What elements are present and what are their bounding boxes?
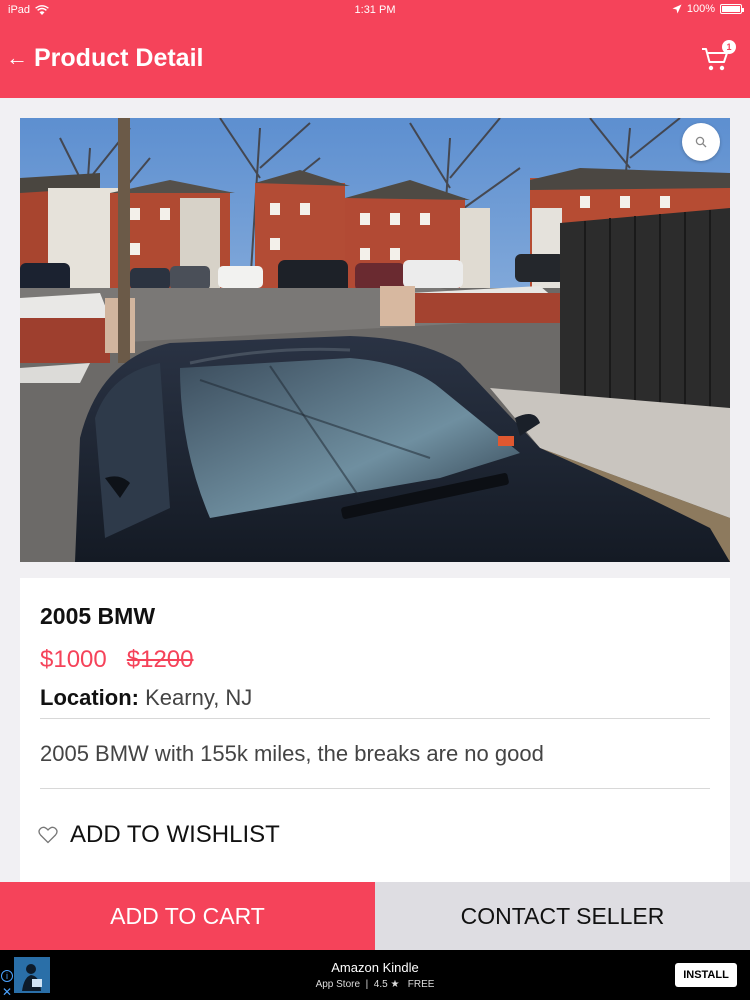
ad-rating: 4.5	[373, 979, 388, 990]
product-image[interactable]	[20, 118, 730, 562]
ad-price: FREE	[407, 979, 435, 990]
search-icon	[695, 136, 707, 148]
car-photo	[20, 118, 730, 562]
original-price: $1200	[126, 646, 194, 673]
location-label: Location:	[40, 685, 139, 710]
star-icon: ★	[390, 979, 400, 990]
location-arrow-icon	[672, 4, 682, 14]
arrow-left-icon[interactable]: ←	[4, 45, 30, 71]
product-description: 2005 BMW with 155k miles, the breaks are…	[40, 741, 544, 766]
battery-percent: 100%	[686, 3, 715, 15]
cart-count-badge: 1	[722, 40, 736, 54]
price-row: $1000 $1200	[40, 646, 194, 674]
product-details-card: 2005 BMW $1000 $1200 Location: Kearny, N…	[20, 578, 730, 882]
location-row: Location: Kearny, NJ	[40, 685, 252, 711]
product-name: 2005 BMW	[40, 603, 156, 629]
status-bar: iPad 1:31 PM 100%	[0, 0, 750, 20]
ad-banner[interactable]: i ✕ Amazon Kindle App Store | 4.5 ★ FREE…	[0, 950, 750, 1000]
zoom-button[interactable]	[682, 123, 720, 161]
divider	[40, 718, 710, 719]
add-to-cart-button[interactable]: ADD TO CART	[0, 882, 375, 950]
status-time: 1:31 PM	[354, 4, 396, 16]
page-title: Product Detail	[34, 44, 204, 72]
app-header: ← Product Detail 1	[0, 20, 750, 98]
ad-title: Amazon Kindle	[331, 960, 419, 975]
location-value: Kearny, NJ	[145, 685, 253, 710]
ad-install-button[interactable]: INSTALL	[675, 963, 737, 987]
current-price: $1000	[40, 646, 107, 673]
cart-button[interactable]: 1	[700, 40, 736, 74]
contact-seller-button[interactable]: CONTACT SELLER	[375, 882, 750, 950]
add-to-wishlist-button[interactable]: ADD TO WISHLIST	[38, 821, 280, 849]
ad-store: App Store	[315, 979, 361, 990]
heart-outline-icon	[38, 826, 58, 844]
battery-icon	[720, 4, 744, 14]
wishlist-label: ADD TO WISHLIST	[70, 821, 280, 848]
divider	[40, 788, 710, 789]
ad-subtitle: App Store | 4.5 ★ FREE	[315, 979, 435, 990]
